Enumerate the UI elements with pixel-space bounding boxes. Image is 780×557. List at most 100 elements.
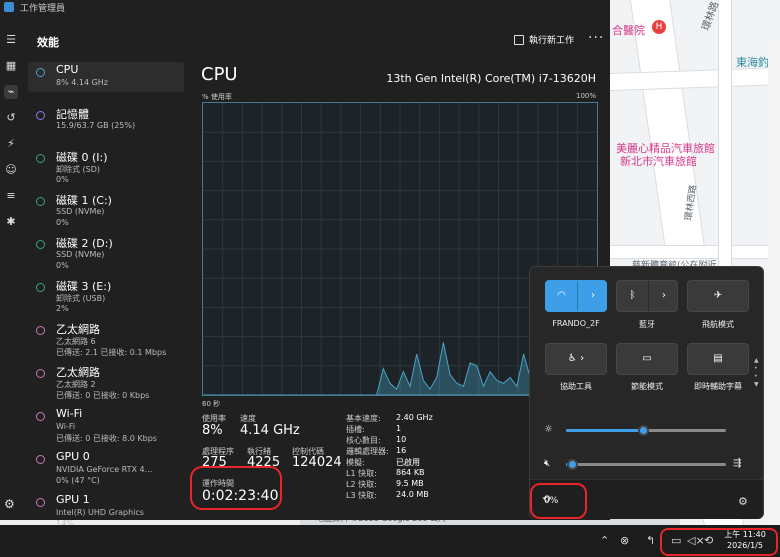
resource-detail: 已傳送: 0 已接收: 8.0 Kbps bbox=[56, 434, 157, 443]
map-road bbox=[608, 245, 780, 259]
resource-graph-icon bbox=[36, 283, 45, 292]
details-icon[interactable]: ≡ bbox=[4, 189, 18, 203]
resource-detail: 0% bbox=[56, 175, 69, 184]
run-new-task-button[interactable]: 執行新工作 bbox=[514, 33, 574, 46]
resource-item[interactable]: 磁碟 1 (C:) SSD (NVMe) 0% bbox=[28, 191, 184, 231]
resource-item[interactable]: 磁碟 3 (E:) 卸除式 (USB) 2% bbox=[28, 277, 184, 317]
users-icon[interactable]: ☺ bbox=[4, 163, 18, 177]
hamburger-menu-icon[interactable]: ☰ bbox=[4, 33, 18, 47]
more-options-button[interactable]: ··· bbox=[588, 30, 604, 46]
airplane-mode-label: 飛航模式 bbox=[702, 320, 734, 329]
brightness-fill bbox=[566, 429, 643, 432]
resource-subtitle: 8% 4.14 GHz bbox=[56, 78, 109, 87]
spec-value: 2.40 GHz bbox=[396, 413, 433, 422]
resource-subtitle: 乙太網路 6 bbox=[56, 337, 96, 346]
resource-subtitle: SSD (NVMe) bbox=[56, 207, 105, 216]
show-hidden-icons-icon[interactable]: ⌃ bbox=[600, 534, 609, 547]
wifi-expand-icon[interactable]: › bbox=[577, 281, 608, 311]
bluetooth-expand-icon[interactable]: › bbox=[648, 281, 679, 311]
graph-max-label: 100% bbox=[575, 92, 596, 100]
map-label-hospital: 合醫院 bbox=[612, 24, 645, 37]
close-circle-icon[interactable]: ⊗ bbox=[620, 534, 629, 547]
spec-label: L3 快取: bbox=[346, 491, 377, 500]
resource-item[interactable]: 乙太網路 乙太網路 6 已傳送: 2.1 已接收: 0.1 Mbps bbox=[28, 320, 184, 360]
nav-rail: ☰ ▦ ⌁ ↺ ⚡ ☺ ≡ ✱ bbox=[0, 24, 22, 520]
startup-apps-icon[interactable]: ⚡ bbox=[4, 137, 18, 151]
resource-item[interactable]: CPU 8% 4.14 GHz bbox=[28, 62, 184, 92]
resource-graph-icon bbox=[36, 498, 45, 507]
resource-item[interactable]: 磁碟 2 (D:) SSD (NVMe) 0% bbox=[28, 234, 184, 274]
live-captions-tile[interactable]: ▤ bbox=[687, 343, 749, 375]
title-bar: 工作管理員 bbox=[0, 0, 610, 14]
bluetooth-icon[interactable]: ᛒ bbox=[617, 281, 648, 311]
uptime-highlight bbox=[190, 466, 282, 510]
resource-item[interactable]: Wi-Fi Wi-Fi 已傳送: 0 已接收: 8.0 Kbps bbox=[28, 406, 184, 446]
audio-output-icon[interactable]: ⇶ bbox=[733, 458, 741, 469]
new-task-label: 執行新工作 bbox=[529, 36, 575, 46]
wifi-icon[interactable]: ◠ bbox=[546, 281, 577, 311]
map-controls bbox=[768, 40, 780, 525]
resource-subtitle: SSD (NVMe) bbox=[56, 250, 105, 259]
resource-graph-icon bbox=[36, 197, 45, 206]
resource-item[interactable]: GPU 0 NVIDIA GeForce RTX 4... 0% (47 °C) bbox=[28, 449, 184, 489]
cpu-title: CPU bbox=[201, 64, 238, 85]
undo-arrow-icon[interactable]: ↰ bbox=[646, 534, 655, 547]
resource-graph-icon bbox=[36, 111, 45, 120]
spec-value: 1 bbox=[396, 424, 402, 433]
map-label-hotel2: 新北市汽車旅館 bbox=[620, 155, 697, 168]
accessibility-tile[interactable]: ♿ › bbox=[545, 343, 607, 375]
usage-value: 8% bbox=[202, 423, 223, 438]
spec-label: 邏輯處理器: bbox=[346, 447, 389, 456]
spec-value: 24.0 MB bbox=[396, 490, 429, 499]
settings-gear-icon[interactable]: ⚙ bbox=[4, 497, 15, 511]
spec-value: 10 bbox=[396, 435, 407, 444]
hospital-icon: H bbox=[652, 20, 666, 34]
energy-saver-tile[interactable]: ▭ bbox=[616, 343, 678, 375]
live-captions-label: 即時輔助字幕 bbox=[694, 382, 742, 391]
resource-graph-icon bbox=[36, 326, 45, 335]
battery-highlight bbox=[530, 483, 587, 519]
volume-slider[interactable] bbox=[566, 459, 726, 470]
spec-label: 核心數目: bbox=[346, 436, 381, 445]
resource-subtitle: Wi-Fi bbox=[56, 422, 76, 431]
settings-gear-icon[interactable]: ⚙ bbox=[738, 495, 748, 508]
spec-value: 9.5 MB bbox=[396, 479, 424, 488]
brightness-thumb[interactable] bbox=[637, 425, 649, 436]
toolbar: 效能 執行新工作 ··· bbox=[22, 24, 610, 58]
resource-detail: 已傳送: 2.1 已接收: 0.1 Mbps bbox=[56, 348, 167, 357]
volume-thumb[interactable] bbox=[567, 459, 579, 470]
resource-name: 乙太網路 bbox=[56, 366, 100, 379]
resource-graph-icon bbox=[36, 369, 45, 378]
app-history-icon[interactable]: ↺ bbox=[4, 111, 18, 125]
bluetooth-tile[interactable]: ᛒ › bbox=[616, 280, 678, 312]
airplane-mode-tile[interactable]: ✈ bbox=[687, 280, 749, 312]
resource-item[interactable]: 乙太網路 乙太網路 2 已傳送: 0 已接收: 0 Kbps bbox=[28, 363, 184, 403]
energy-saver-icon: ▭ bbox=[642, 353, 652, 364]
spec-label: L2 快取: bbox=[346, 480, 377, 489]
resource-item[interactable]: 磁碟 0 (I:) 卸除式 (SD) 0% bbox=[28, 148, 184, 188]
resource-item[interactable]: 記憶體 15.9/63.7 GB (25%) bbox=[28, 105, 184, 135]
resource-subtitle: NVIDIA GeForce RTX 4... bbox=[56, 465, 153, 474]
processes-icon[interactable]: ▦ bbox=[4, 59, 18, 73]
window-title: 工作管理員 bbox=[20, 3, 66, 14]
resource-name: CPU bbox=[56, 63, 79, 76]
handles-value: 124024 bbox=[292, 455, 342, 470]
resource-graph-icon bbox=[36, 240, 45, 249]
wifi-tile[interactable]: ◠ › bbox=[545, 280, 607, 312]
resource-subtitle: Intel(R) UHD Graphics bbox=[56, 508, 144, 517]
resource-name: Wi-Fi bbox=[56, 407, 83, 420]
resource-graph-icon bbox=[36, 68, 45, 77]
resource-detail: 已傳送: 0 已接收: 0 Kbps bbox=[56, 391, 150, 400]
resource-graph-icon bbox=[36, 154, 45, 163]
scroll-indicator[interactable]: ▲ • • ▼ bbox=[754, 357, 759, 389]
graph-time-label: 60 秒 bbox=[202, 400, 221, 408]
resource-detail: 0% (47 °C) bbox=[56, 476, 100, 485]
resource-name: GPU 1 bbox=[56, 493, 90, 506]
resource-subtitle: 乙太網路 2 bbox=[56, 380, 96, 389]
volume-muted-icon[interactable]: 🔇︎ bbox=[544, 458, 550, 469]
spec-value: 已啟用 bbox=[396, 458, 420, 467]
services-icon[interactable]: ✱ bbox=[4, 215, 18, 229]
resource-detail: 0% bbox=[56, 261, 69, 270]
performance-icon[interactable]: ⌁ bbox=[4, 85, 18, 99]
brightness-slider[interactable] bbox=[566, 425, 726, 436]
